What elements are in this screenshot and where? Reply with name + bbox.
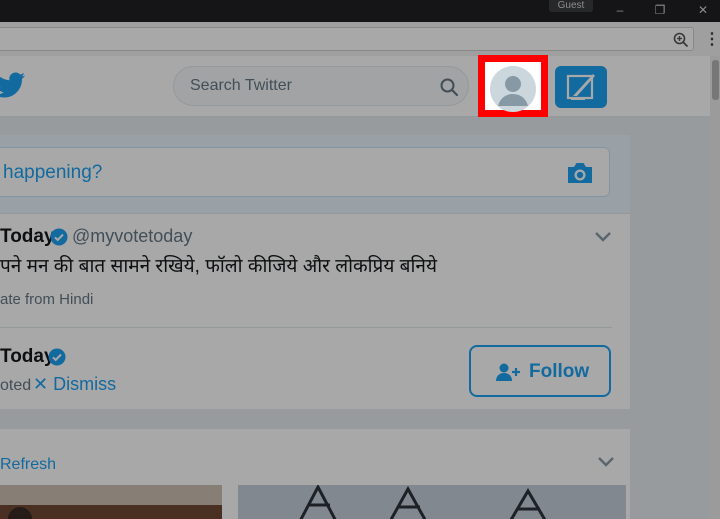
browser-titlebar: Guest – ❐ ✕ <box>0 0 720 22</box>
media-thumbnail[interactable] <box>0 485 222 519</box>
address-bar[interactable] <box>0 27 694 51</box>
chevron-down-icon[interactable] <box>597 456 615 468</box>
add-user-icon <box>496 363 520 381</box>
divider <box>0 327 612 328</box>
tweet-feed: Today @myvotetoday पने मन की बात सामने र… <box>0 213 630 409</box>
restore-icon[interactable]: ❐ <box>652 3 668 17</box>
compose-tweet-button[interactable] <box>555 66 607 108</box>
tweet-author-handle[interactable]: @myvotetoday <box>72 226 192 247</box>
promoted-label: oted <box>0 377 32 394</box>
follow-button[interactable]: Follow <box>469 345 611 397</box>
guest-profile-chip[interactable]: Guest <box>549 0 593 12</box>
scrollbar-thumb[interactable] <box>712 60 719 100</box>
tweet-author-name[interactable]: Today <box>0 226 55 248</box>
compose-prompt: happening? <box>3 162 103 183</box>
compose-input[interactable]: happening? <box>0 147 610 197</box>
minimize-icon[interactable]: – <box>612 3 628 17</box>
translate-link[interactable]: ate from Hindi <box>0 291 93 308</box>
promoted-account-name[interactable]: Today <box>0 346 55 368</box>
search-box[interactable] <box>173 66 469 106</box>
search-input[interactable] <box>190 76 430 96</box>
profile-avatar-button[interactable] <box>490 66 536 112</box>
verified-badge-icon <box>48 348 66 366</box>
twitter-page: happening? Today @myvotetoday पने मन की … <box>0 56 720 519</box>
verified-badge-icon <box>50 228 68 246</box>
scrollbar-track[interactable] <box>710 56 720 519</box>
chevron-down-icon[interactable] <box>594 231 612 243</box>
close-icon[interactable]: ✕ <box>695 3 711 17</box>
compose-feather-icon <box>566 74 595 100</box>
highlight-box <box>478 55 548 117</box>
compose-card: happening? <box>0 135 630 213</box>
media-thumbnail[interactable] <box>238 485 626 519</box>
follow-label: Follow <box>529 361 590 382</box>
zoom-in-icon[interactable] <box>672 31 690 49</box>
default-avatar-icon <box>498 76 528 106</box>
search-icon[interactable] <box>439 77 459 97</box>
twitter-top-nav <box>0 56 710 117</box>
moments-card: Refresh <box>0 429 630 519</box>
more-vert-icon[interactable]: ⋮ <box>704 31 720 49</box>
dismiss-link[interactable]: ✕ Dismiss <box>33 374 116 395</box>
camera-icon[interactable] <box>565 160 595 186</box>
twitter-bird-icon[interactable] <box>0 72 26 100</box>
refresh-link[interactable]: Refresh <box>0 456 56 474</box>
browser-toolbar: ⋮ <box>0 22 720 56</box>
photo-image <box>0 485 222 519</box>
photo-image <box>238 485 626 519</box>
tweet-text: पने मन की बात सामने रखिये, फॉलो कीजिये औ… <box>0 256 437 277</box>
